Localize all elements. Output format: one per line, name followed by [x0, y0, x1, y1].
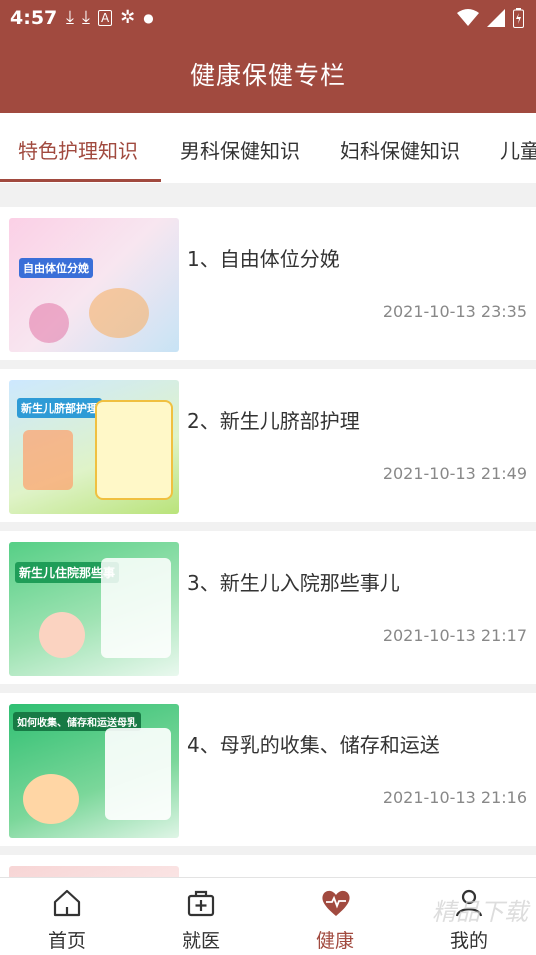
- heart-pulse-icon: [322, 890, 350, 916]
- article-time: 2021-10-13 23:35: [382, 302, 527, 321]
- article-thumbnail: 如何收集、储存和运送母乳: [9, 704, 179, 838]
- wifi-icon: [457, 9, 479, 26]
- nav-home-label: 首页: [47, 930, 86, 952]
- tab-special-care[interactable]: 特色护理知识: [18, 135, 138, 164]
- dot-icon: ●: [143, 11, 154, 25]
- list-item[interactable]: 自由体位分娩 1、自由体位分娩 2021-10-13 23:35: [0, 207, 536, 360]
- nav-medical[interactable]: 就医: [134, 878, 268, 955]
- download-icon: ⤓: [81, 7, 90, 28]
- list-item[interactable]: 新生儿住院那些事 3、新生儿入院那些事儿 2021-10-13 21:17: [0, 531, 536, 684]
- bug-icon: ✲: [120, 7, 136, 28]
- article-title: 1、自由体位分娩: [187, 247, 340, 271]
- thumbnail-caption: 自由体位分娩: [19, 258, 93, 278]
- app-header: 4:57 ⤓ ⤓ A ✲ ● 健康保健专栏: [0, 0, 536, 113]
- nav-home[interactable]: 首页: [0, 878, 134, 955]
- status-bar: 4:57 ⤓ ⤓ A ✲ ●: [0, 0, 536, 38]
- tab-children[interactable]: 儿童: [500, 135, 536, 164]
- nav-mine-label: 我的: [449, 930, 488, 952]
- list-item[interactable]: 如何收集、储存和运送母乳 4、母乳的收集、储存和运送 2021-10-13 21…: [0, 693, 536, 846]
- article-title: 2、新生儿脐部护理: [187, 409, 360, 433]
- article-time: 2021-10-13 21:16: [382, 788, 527, 807]
- article-time: 2021-10-13 21:49: [382, 464, 527, 483]
- list-item[interactable]: 新生儿脐部护理 2、新生儿脐部护理 2021-10-13 21:49: [0, 369, 536, 522]
- tab-women-health[interactable]: 妇科保健知识: [340, 135, 460, 164]
- nav-medical-label: 就医: [181, 930, 220, 952]
- nav-health-label: 健康: [315, 930, 354, 952]
- article-thumbnail: 新生儿住院那些事: [9, 542, 179, 676]
- article-title: 3、新生儿入院那些事儿: [187, 571, 400, 595]
- status-time: 4:57: [10, 7, 58, 29]
- signal-icon: [487, 9, 505, 27]
- tab-indicator: [0, 179, 161, 182]
- article-thumbnail: 新生儿脐部护理: [9, 380, 179, 514]
- a-icon: A: [97, 10, 113, 26]
- article-time: 2021-10-13 21:17: [382, 626, 527, 645]
- medical-kit-icon: [187, 890, 215, 917]
- watermark: 精品下载: [432, 898, 528, 926]
- battery-icon: [513, 8, 524, 28]
- tab-men-health[interactable]: 男科保健知识: [180, 135, 300, 164]
- download-icon: ⤓: [66, 7, 74, 28]
- article-thumbnail: 自由体位分娩: [9, 218, 179, 352]
- category-tabs: 特色护理知识 男科保健知识 妇科保健知识 儿童: [0, 113, 536, 183]
- home-icon: [53, 889, 81, 917]
- article-title: 4、母乳的收集、储存和运送: [187, 733, 440, 757]
- nav-health[interactable]: 健康: [268, 878, 402, 955]
- page-title: 健康保健专栏: [189, 61, 346, 90]
- thumbnail-caption: 新生儿脐部护理: [17, 398, 102, 418]
